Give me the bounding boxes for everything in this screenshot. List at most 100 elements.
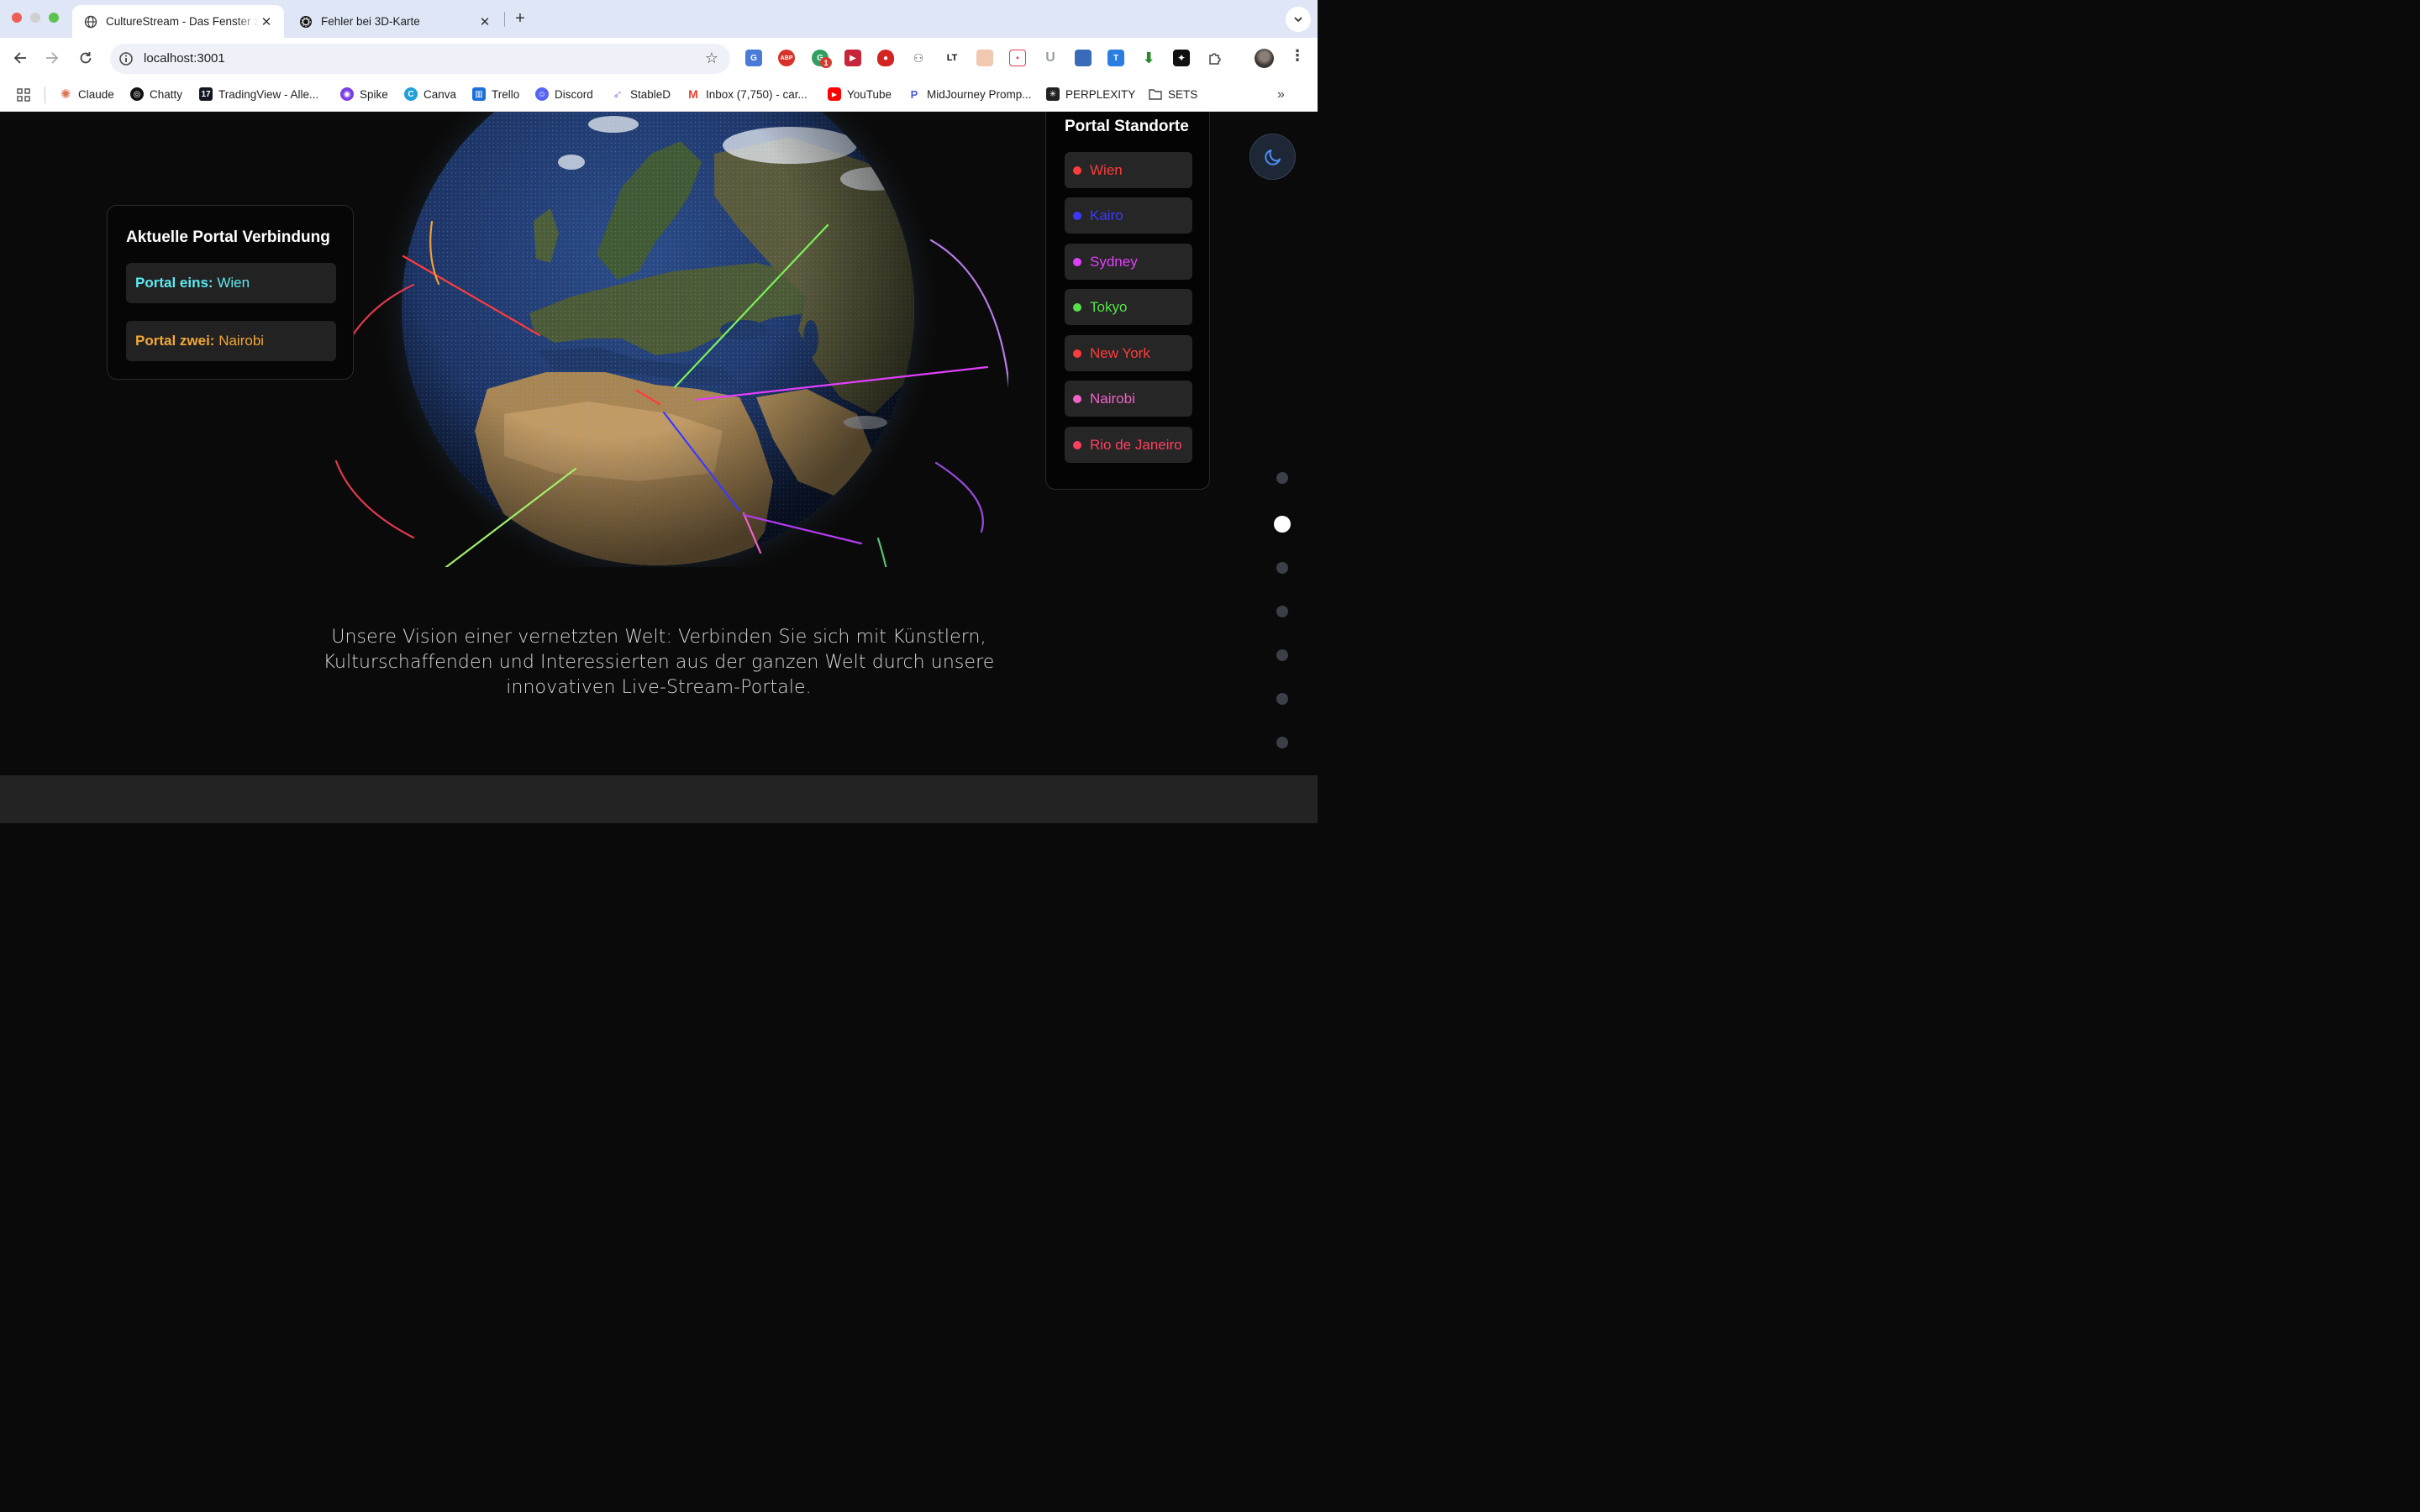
reload-icon [80,52,92,64]
forward-button[interactable] [42,48,62,68]
bookmark-inbox[interactable]: M Inbox (7,750) - car... [687,87,808,101]
bookmark-spike[interactable]: ◉ Spike [340,87,388,101]
tab-bar: CultureStream - Das Fenster zur Welt ✕ F… [0,0,1318,38]
bookmark-tradingview[interactable]: 17 TradingView - Alle... [199,87,318,101]
arrow-right-icon [46,52,59,64]
location-rio-de-janeiro[interactable]: Rio de Janeiro [1065,427,1192,463]
location-wien[interactable]: Wien [1065,152,1192,188]
canva-icon: C [404,87,418,101]
current-connection-card: Aktuelle Portal Verbindung Portal eins: … [107,205,354,380]
translate-t-icon[interactable]: T [1107,50,1124,66]
theme-toggle-button[interactable] [1249,134,1296,180]
folder-icon [1149,87,1162,101]
location-nairobi[interactable]: Nairobi [1065,381,1192,417]
section-dot-2[interactable] [1274,516,1291,533]
close-window-button[interactable] [12,13,22,23]
cycle-icon[interactable]: ⚇ [910,50,927,66]
section-dot-7[interactable] [1276,737,1288,748]
bookmark-youtube[interactable]: ▶ YouTube [828,87,892,101]
bookmark-discord[interactable]: ☺ Discord [535,87,593,101]
minimize-window-button[interactable] [30,13,40,23]
section-dot-6[interactable] [1276,693,1288,705]
more-bookmarks-icon[interactable]: » [1277,87,1285,102]
site-info-icon[interactable] [118,50,134,67]
status-dot [1073,440,1081,449]
globe-3d-map[interactable] [319,112,1008,567]
bookmark-midjourney[interactable]: P MidJourney Promp... [908,87,1032,101]
bookmark-sets[interactable]: SETS [1149,87,1197,101]
claude-icon: ✺ [60,87,71,102]
ublock-icon[interactable]: ● [877,50,894,66]
readwise-icon[interactable]: ▶ [844,50,861,66]
profile-avatar[interactable] [1255,49,1274,68]
section-dot-1[interactable] [1276,472,1288,484]
section-dot-4[interactable] [1276,606,1288,617]
discord-icon: ☺ [535,87,549,101]
tab-fehler-3d-karte[interactable]: Fehler bei 3D-Karte ✕ [287,5,502,38]
connection-title: Aktuelle Portal Verbindung [126,228,330,246]
back-button[interactable] [10,48,30,68]
maximize-window-button[interactable] [49,13,59,23]
sparkle-icon[interactable]: ✦ [1173,50,1190,66]
languagetool-icon[interactable]: LT [944,50,960,66]
bookmark-claude[interactable]: ✺ Claude [59,87,114,102]
arc-green-small [876,537,887,567]
bookmark-trello[interactable]: ▥ Trello [472,87,519,101]
portal-locations-card: Portal Standorte Wien Kairo Sydney Tokyo… [1045,112,1210,490]
google-translate-icon[interactable]: G [745,50,762,66]
grammarly-icon[interactable]: G1 [812,50,832,68]
portal-one-row: Portal eins: Wien [126,263,336,303]
vision-text: Unsere Vision einer vernetzten Welt: Ver… [323,627,995,698]
reload-button[interactable] [76,48,96,68]
download-arrow-icon[interactable]: ⬇ [1140,50,1157,66]
section-nav [1274,472,1291,775]
trello-icon: ▥ [472,87,486,101]
arc-rio [334,459,415,539]
u-icon[interactable]: U [1042,50,1059,66]
close-tab-icon[interactable]: ✕ [477,14,492,29]
tradingview-icon: 17 [199,87,213,101]
new-tab-button[interactable]: + [510,8,530,29]
status-dot [1073,302,1081,312]
chat-icon[interactable]: ▪ [1009,50,1026,66]
tab-title: CultureStream - Das Fenster zur Welt [106,15,259,28]
footer-strip [0,775,1318,823]
section-dot-5[interactable] [1276,649,1288,661]
tab-search-button[interactable] [1286,7,1311,32]
close-tab-icon[interactable]: ✕ [259,14,274,29]
status-dot [1073,165,1081,175]
status-dot [1073,257,1081,266]
moon-icon [1264,149,1281,165]
tab-title: Fehler bei 3D-Karte [321,15,420,28]
perplexity-icon: ✳ [1046,87,1060,101]
bookmark-chatty[interactable]: ◎ Chatty [130,87,182,101]
tab-culturestream[interactable]: CultureStream - Das Fenster zur Welt ✕ [72,5,284,38]
youtube-icon: ▶ [828,87,841,101]
location-tokyo[interactable]: Tokyo [1065,289,1192,325]
stack-icon[interactable] [1075,50,1092,66]
portal-two-label: Portal zwei: [135,333,215,349]
extension-badge: 1 [820,57,832,68]
page-content: Aktuelle Portal Verbindung Portal eins: … [0,112,1318,775]
puzzle-icon[interactable] [1207,50,1223,66]
bookmark-perplexity[interactable]: ✳ PERPLEXITY [1046,87,1135,101]
location-kairo[interactable]: Kairo [1065,197,1192,234]
portal-one-value: Wien [217,275,250,291]
url-text[interactable]: localhost:3001 [144,51,225,66]
adblock-icon[interactable]: ABP [778,50,795,66]
bookmark-stabled[interactable]: ➶ StableD [611,87,671,101]
browser-menu-icon[interactable]: ⋮ [1290,47,1305,65]
bookmark-star-icon[interactable]: ☆ [705,50,718,67]
browser-toolbar: localhost:3001 ☆ G ABP G1 ▶ ● ⚇ LT ▪ U T… [0,38,1318,78]
locations-title: Portal Standorte [1065,118,1189,135]
screenshot-icon[interactable] [976,50,993,66]
bookmark-canva[interactable]: C Canva [404,87,456,101]
apps-grid-icon[interactable] [16,87,31,102]
openai-icon [299,15,313,29]
globe-icon [84,15,97,29]
section-dot-3[interactable] [1276,562,1288,574]
location-sydney[interactable]: Sydney [1065,244,1192,280]
location-new-york[interactable]: New York [1065,335,1192,371]
openai-icon: ◎ [130,87,144,101]
address-bar[interactable]: localhost:3001 ☆ [110,44,730,74]
